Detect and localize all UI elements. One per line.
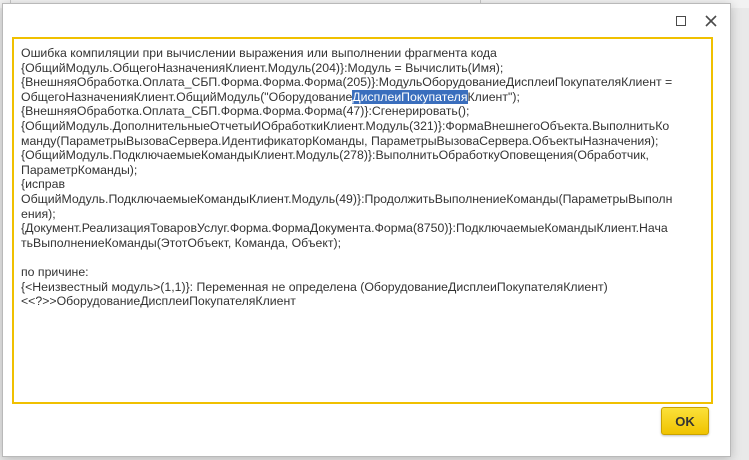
message-line: по причине: (21, 264, 89, 279)
close-icon (705, 15, 717, 27)
selected-text: ДисплеиПокупателя (352, 89, 468, 104)
message-line: ОбщийМодуль.ПодключаемыеКомандыКлиент.Мо… (21, 191, 673, 206)
maximize-button[interactable] (671, 12, 691, 30)
message-line: Ошибка компиляции при вычислении выражен… (21, 46, 497, 60)
close-button[interactable] (701, 12, 721, 30)
message-line: {<Неизвестный модуль>(1,1)}: Переменная … (21, 279, 608, 294)
message-line: {ОбщийМодуль.ОбщегоНазначенияКлиент.Моду… (21, 60, 504, 75)
message-line: {ВнешняяОбработка.Оплата_СБП.Форма.Форма… (21, 104, 470, 119)
message-line: манду(ПараметрыВызоваСервера.Идентификат… (21, 133, 659, 148)
error-message-box[interactable]: Ошибка компиляции при вычислении выражен… (12, 37, 713, 404)
dialog-titlebar (3, 4, 730, 37)
message-line-tail: Клиент"); (467, 89, 520, 104)
message-line: {ВнешняяОбработка.Оплата_СБП.Форма.Форма… (21, 75, 673, 90)
message-line: ПараметрКоманды); (21, 162, 138, 177)
maximize-icon (676, 16, 686, 26)
message-line: <<?>>ОборудованиеДисплеиПокупателяКлиент (21, 294, 296, 309)
message-line: {исправ (21, 177, 65, 192)
message-line: тьВыполнениеКоманды(ЭтотОбъект, Команда,… (21, 235, 342, 250)
message-line: {ОбщийМодуль.ПодключаемыеКомандыКлиент.М… (21, 148, 649, 163)
ok-button[interactable]: OK (661, 407, 709, 435)
error-dialog: Ошибка компиляции при вычислении выражен… (2, 3, 731, 457)
message-line: ОбщегоНазначенияКлиент.ОбщийМодуль("Обор… (21, 89, 353, 104)
message-line: {Документ.РеализацияТоваровУслуг.Форма.Ф… (21, 221, 668, 236)
error-message-text[interactable]: Ошибка компиляции при вычислении выражен… (21, 46, 705, 309)
message-line: ения); (21, 206, 56, 221)
message-line: {ОбщийМодуль.ДополнительныеОтчетыИОбрабо… (21, 118, 670, 133)
